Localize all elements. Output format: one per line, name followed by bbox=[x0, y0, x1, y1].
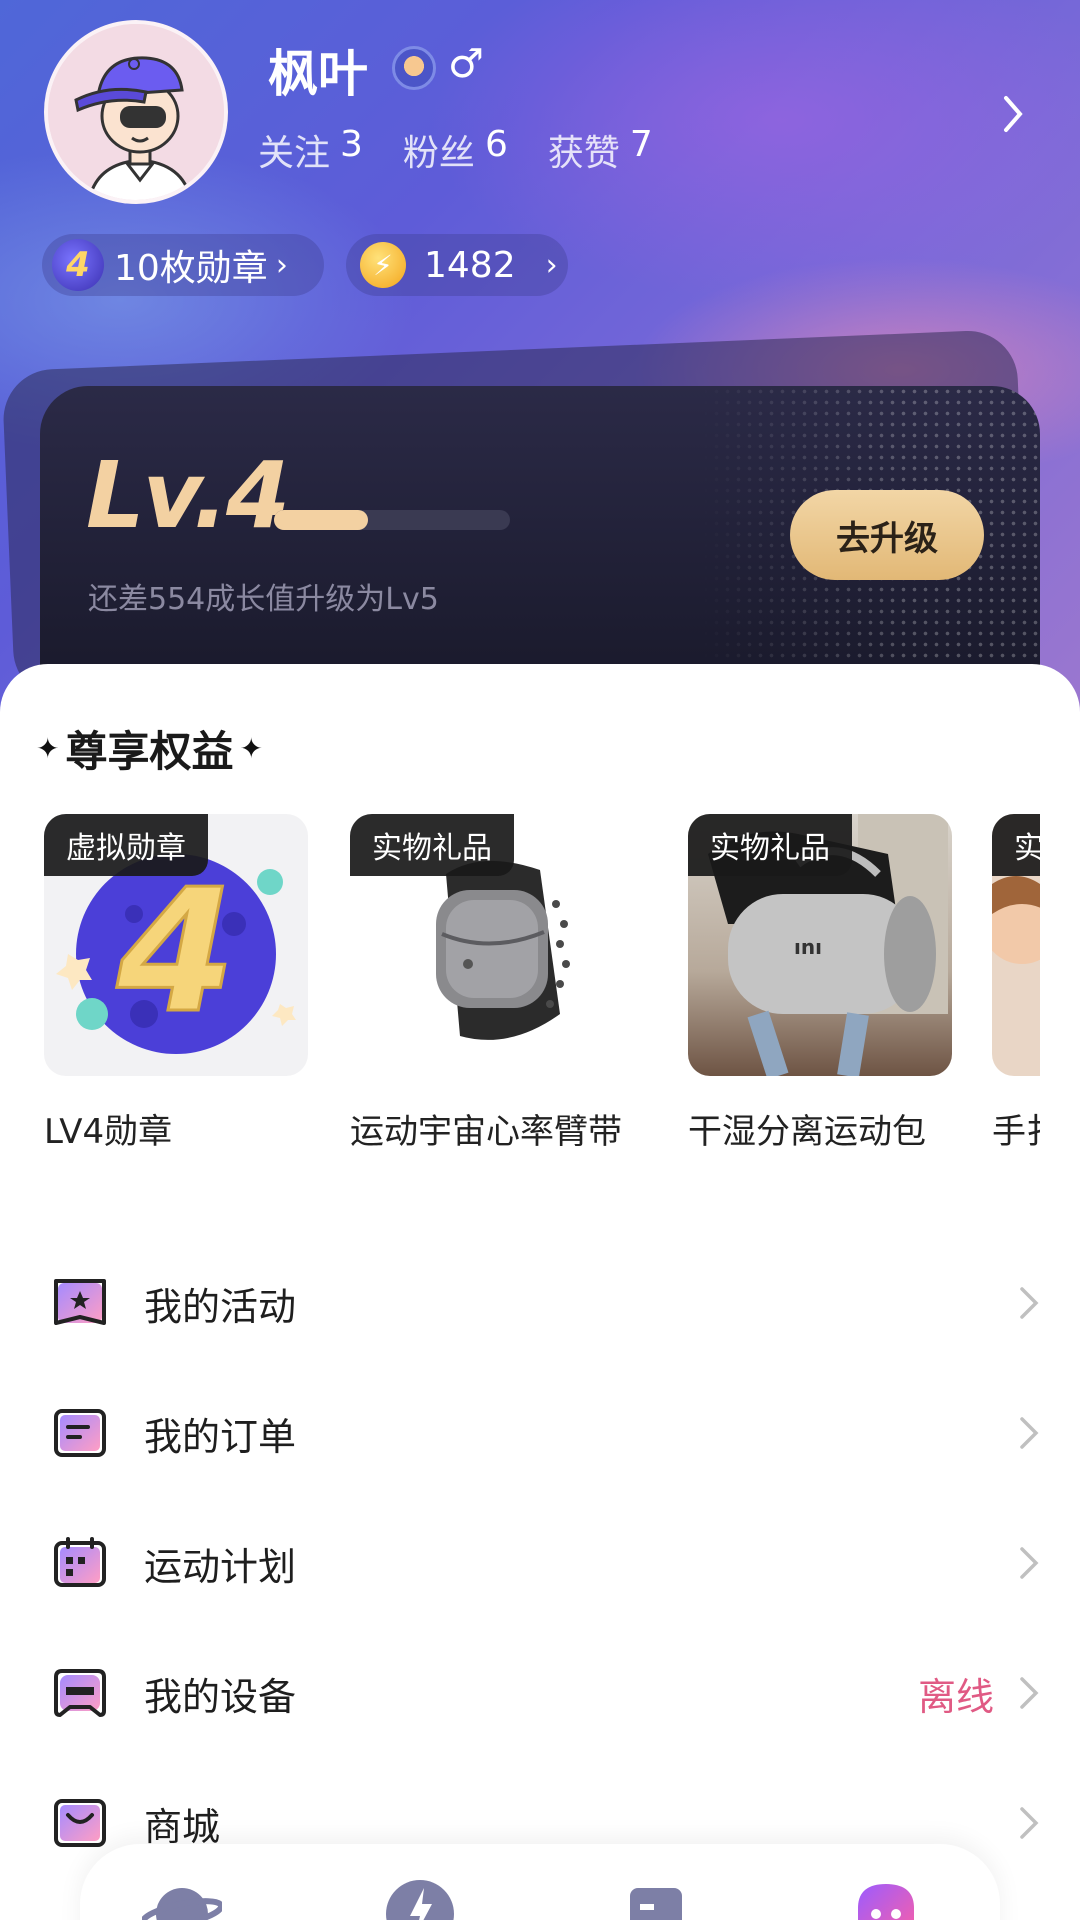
vip-badge-icon[interactable] bbox=[392, 46, 436, 90]
sparkle-icon: ✦ bbox=[239, 732, 263, 765]
chevron-right-icon bbox=[1020, 1677, 1039, 1709]
medal-count-label: 10枚勋章 bbox=[114, 248, 268, 289]
avatar-illustration bbox=[48, 24, 224, 200]
male-icon: ♂ bbox=[448, 41, 484, 87]
menu-item-orders[interactable]: 我的订单 bbox=[0, 1368, 1080, 1498]
sparkle-icon: ✦ bbox=[36, 732, 60, 765]
chevron-right-icon: › bbox=[545, 247, 558, 283]
username: 枫叶 bbox=[268, 45, 368, 103]
level-progress-bar bbox=[274, 510, 510, 530]
benefit-name: LV4勋章 bbox=[44, 1112, 173, 1152]
benefits-carousel[interactable]: 虚拟勋章 4 LV4勋章 实物礼品 运动宇宙心率臂带 实物礼品 ını 干湿分离… bbox=[44, 814, 1040, 1154]
planet-tab-icon[interactable] bbox=[142, 1874, 222, 1920]
benefit-name: 干湿分离运动包 bbox=[688, 1112, 926, 1152]
benefit-tag: 实物礼品 bbox=[688, 814, 852, 876]
benefit-tag: 实 bbox=[992, 814, 1040, 876]
level-title: Lv.4 bbox=[86, 442, 290, 549]
chevron-right-icon bbox=[1020, 1287, 1039, 1319]
menu-label: 我的设备 bbox=[144, 1674, 297, 1719]
svg-text:4: 4 bbox=[116, 853, 235, 1051]
device-icon bbox=[54, 1669, 106, 1717]
benefit-tag: 实物礼品 bbox=[350, 814, 514, 876]
chevron-right-icon bbox=[1020, 1807, 1039, 1839]
menu-label: 运动计划 bbox=[144, 1544, 297, 1589]
activity-icon bbox=[54, 1279, 106, 1325]
device-status: 离线 bbox=[917, 1674, 994, 1719]
stat-label: 获赞 bbox=[547, 133, 620, 174]
benefit-image: 实物礼品 bbox=[350, 814, 614, 1076]
coin-value: 1482 bbox=[424, 244, 516, 286]
chevron-right-icon bbox=[1020, 1547, 1039, 1579]
benefit-card[interactable]: 虚拟勋章 4 LV4勋章 bbox=[44, 814, 308, 1153]
benefit-card[interactable]: 实 手扌 bbox=[992, 814, 1040, 1153]
document-tab-icon[interactable] bbox=[616, 1874, 696, 1920]
stat-label: 粉丝 bbox=[402, 133, 475, 174]
benefit-image: 虚拟勋章 4 bbox=[44, 814, 308, 1076]
svg-text:ını: ını bbox=[794, 935, 822, 959]
stat-value: 7 bbox=[629, 124, 653, 165]
medal-count-button[interactable]: 4 10枚勋章 › bbox=[42, 234, 324, 296]
benefit-image: 实 bbox=[992, 814, 1040, 1076]
chevron-right-icon: › bbox=[275, 247, 288, 283]
menu-list: 我的活动 我的订单 运动计划 我的设备 离线 商城 bbox=[0, 1238, 1080, 1888]
stat-value: 6 bbox=[484, 124, 508, 165]
menu-item-workout-plan[interactable]: 运动计划 bbox=[0, 1498, 1080, 1628]
benefit-tag: 虚拟勋章 bbox=[44, 814, 208, 876]
benefit-name: 运动宇宙心率臂带 bbox=[350, 1112, 622, 1152]
stat-following[interactable]: 关注 3 bbox=[258, 124, 363, 176]
benefit-image: 实物礼品 ını bbox=[688, 814, 952, 1076]
coin-balance-button[interactable]: ⚡ 1482 › bbox=[346, 234, 568, 296]
chevron-right-icon[interactable] bbox=[1000, 92, 1028, 136]
medal-icon: 4 bbox=[52, 239, 104, 291]
benefit-card[interactable]: 实物礼品 ını 干湿分离运动包 bbox=[688, 814, 952, 1153]
chevron-right-icon bbox=[1020, 1417, 1039, 1449]
calendar-icon bbox=[54, 1537, 106, 1587]
lightning-tab-icon[interactable] bbox=[380, 1874, 460, 1920]
level-subtitle: 还差554成长值升级为Lv5 bbox=[88, 582, 439, 617]
benefits-title-text: 尊享权益 bbox=[65, 727, 234, 776]
stat-likes[interactable]: 获赞 7 bbox=[548, 124, 653, 176]
bottom-tab-bar bbox=[80, 1844, 1000, 1920]
benefit-card[interactable]: 实物礼品 运动宇宙心率臂带 bbox=[350, 814, 622, 1153]
coin-icon: ⚡ bbox=[360, 242, 406, 288]
stat-label: 关注 bbox=[258, 133, 331, 174]
order-icon bbox=[54, 1409, 106, 1457]
profile-tab-icon[interactable] bbox=[846, 1874, 926, 1920]
benefits-title: ✦ 尊享权益 ✦ bbox=[36, 718, 263, 779]
shop-icon bbox=[54, 1799, 106, 1847]
menu-item-activities[interactable]: 我的活动 bbox=[0, 1238, 1080, 1368]
level-card[interactable]: Lv.4 还差554成长值升级为Lv5 去升级 bbox=[40, 386, 1040, 676]
menu-label: 我的活动 bbox=[144, 1284, 297, 1329]
upgrade-button[interactable]: 去升级 bbox=[790, 490, 984, 580]
stat-fans[interactable]: 粉丝 6 bbox=[403, 124, 508, 176]
benefit-name: 手扌 bbox=[992, 1112, 1040, 1152]
menu-label: 商城 bbox=[144, 1804, 221, 1849]
level-progress-fill bbox=[274, 510, 369, 530]
menu-item-devices[interactable]: 我的设备 离线 bbox=[0, 1628, 1080, 1758]
profile-stats: 关注 3 粉丝 6 获赞 7 bbox=[258, 124, 653, 176]
avatar[interactable] bbox=[44, 20, 228, 204]
menu-label: 我的订单 bbox=[144, 1414, 297, 1459]
stat-value: 3 bbox=[340, 124, 363, 165]
